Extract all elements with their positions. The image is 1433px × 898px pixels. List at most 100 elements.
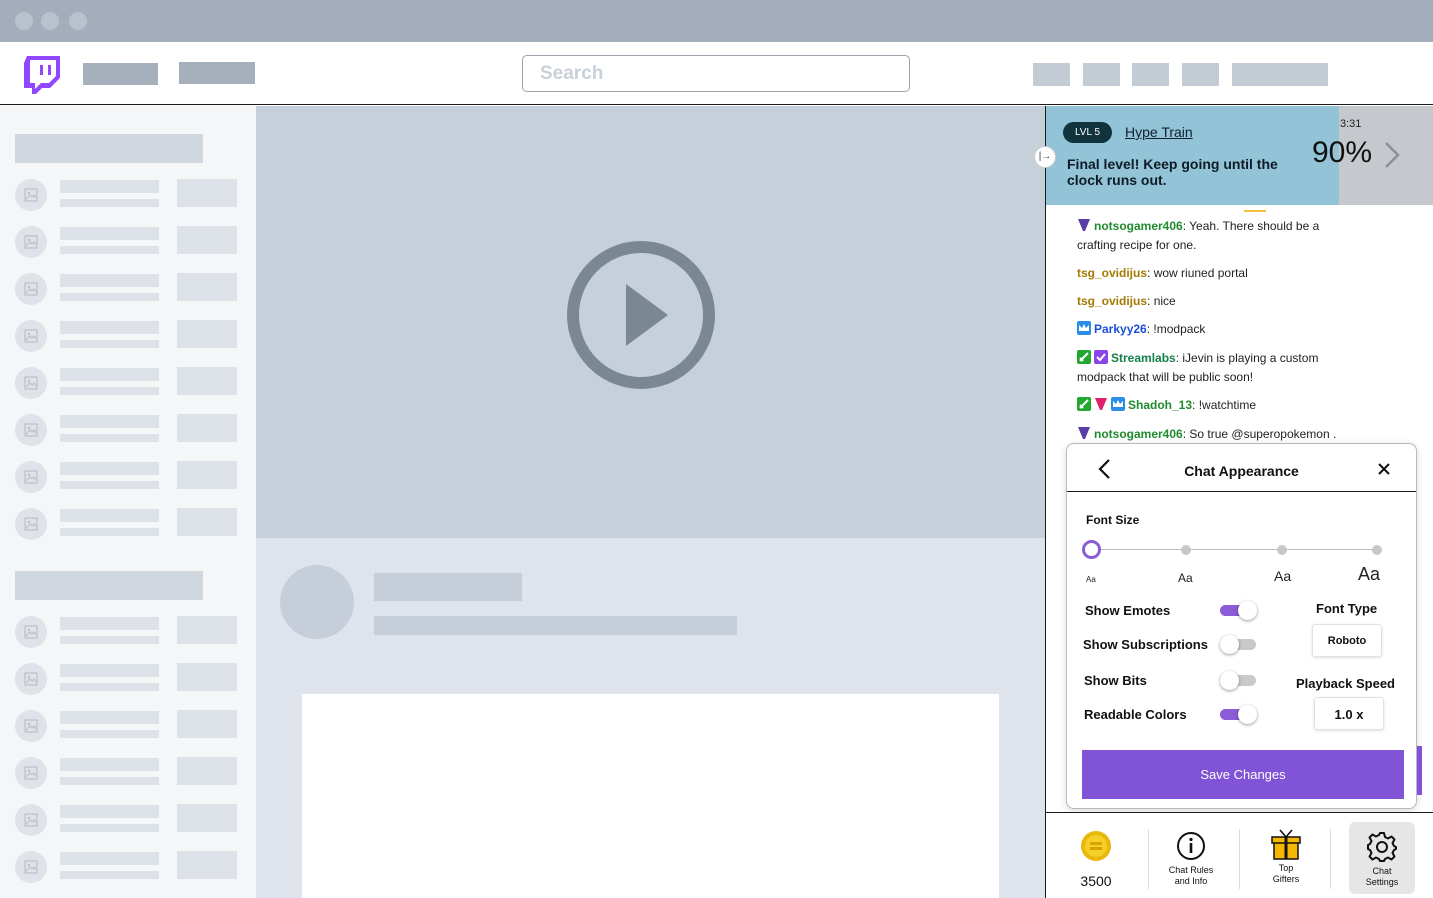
chat-rules-button[interactable]: Chat Rules and Info <box>1158 813 1224 898</box>
font-size-stop-3[interactable] <box>1277 545 1287 555</box>
window-close-dot[interactable] <box>15 12 33 30</box>
font-size-stop-4[interactable] <box>1372 545 1382 555</box>
sword-badge-icon <box>1077 350 1091 364</box>
sidebar-channel-item[interactable] <box>15 459 240 495</box>
image-placeholder-icon <box>15 179 47 211</box>
readable-colors-toggle[interactable] <box>1220 705 1258 724</box>
sidebar-channel-item[interactable] <box>15 365 240 401</box>
sidebar-channel-name-placeholder <box>60 617 159 630</box>
sidebar-viewer-count-placeholder <box>177 710 237 738</box>
nav-link-browse[interactable] <box>179 62 255 84</box>
bottom-separator <box>1239 829 1240 889</box>
chat-username[interactable]: tsg_ovidijus <box>1077 266 1147 280</box>
top-gifters-label-1: Top <box>1278 863 1294 873</box>
sidebar-channel-name-placeholder <box>60 227 159 240</box>
chat-username[interactable]: notsogamer406 <box>1094 219 1183 233</box>
window-maximize-dot[interactable] <box>69 12 87 30</box>
search-input[interactable] <box>522 55 910 92</box>
chat-message: Streamlabs: iJevin is playing a custom m… <box>1077 350 1319 384</box>
verified-v-badge-icon <box>1095 398 1107 410</box>
font-size-slider-knob[interactable] <box>1082 540 1101 559</box>
image-placeholder-icon <box>15 663 47 695</box>
collapse-chat-icon[interactable]: |→ <box>1034 146 1056 168</box>
nav-action-3[interactable] <box>1132 63 1169 86</box>
font-type-select[interactable]: Roboto <box>1312 624 1382 657</box>
info-icon <box>1177 832 1205 860</box>
show-subscriptions-toggle[interactable] <box>1220 635 1258 654</box>
chat-rules-label-2: and Info <box>1174 876 1208 886</box>
sidebar-channel-item[interactable] <box>15 177 240 213</box>
chat-username[interactable]: tsg_ovidijus <box>1077 294 1147 308</box>
chat-rules-label-1: Chat Rules <box>1168 865 1214 875</box>
gift-icon <box>1271 829 1301 860</box>
verified-v-badge-icon <box>1078 427 1090 439</box>
image-placeholder-icon <box>15 414 47 446</box>
video-player[interactable] <box>256 106 1045 538</box>
show-bits-label: Show Bits <box>1084 673 1147 688</box>
sidebar-channel-item[interactable] <box>15 802 240 838</box>
hype-train-percent: 90% <box>1312 136 1373 169</box>
sidebar-viewer-count-placeholder <box>177 461 237 489</box>
sidebar-channel-item[interactable] <box>15 661 240 697</box>
sidebar-viewer-count-placeholder <box>177 508 237 536</box>
font-size-option-xs[interactable]: Aa <box>1086 575 1096 584</box>
nav-profile-button[interactable] <box>1232 63 1328 86</box>
sidebar-channel-name-placeholder <box>60 805 159 818</box>
chat-username[interactable]: Streamlabs <box>1111 351 1176 365</box>
bits-balance-button[interactable]: 3500 <box>1068 813 1124 898</box>
font-size-option-s[interactable]: Aa <box>1178 571 1193 585</box>
image-placeholder-icon <box>15 367 47 399</box>
chat-scroll-marker <box>1244 210 1266 212</box>
top-gifters-button[interactable]: Top Gifters <box>1256 813 1316 898</box>
font-size-slider-track[interactable] <box>1100 549 1376 550</box>
sidebar-channel-item[interactable] <box>15 849 240 885</box>
channel-avatar[interactable] <box>280 565 354 639</box>
show-bits-toggle[interactable] <box>1220 671 1258 690</box>
chevron-right-icon[interactable] <box>1383 140 1401 170</box>
font-size-option-l[interactable]: Aa <box>1358 564 1380 585</box>
sidebar-channel-name-placeholder <box>60 321 159 334</box>
sidebar-channel-item[interactable] <box>15 614 240 650</box>
bottom-separator <box>1330 829 1331 889</box>
sidebar-channel-name-placeholder <box>60 664 159 677</box>
close-icon[interactable] <box>1377 462 1391 476</box>
hype-train-title[interactable]: Hype Train <box>1125 124 1193 140</box>
save-changes-button[interactable]: Save Changes <box>1082 750 1404 799</box>
nav-link-following[interactable] <box>83 63 158 85</box>
font-size-option-m[interactable]: Aa <box>1274 568 1291 584</box>
chat-settings-button[interactable]: Chat Settings <box>1351 813 1413 898</box>
sidebar-channel-item[interactable] <box>15 708 240 744</box>
chat-username[interactable]: Parkyy26 <box>1094 322 1147 336</box>
sidebar-viewer-count-placeholder <box>177 414 237 442</box>
nav-action-4[interactable] <box>1182 63 1219 86</box>
sidebar-channel-item[interactable] <box>15 224 240 260</box>
verified-v-badge-icon <box>1078 219 1090 231</box>
sidebar-channel-item[interactable] <box>15 412 240 448</box>
image-placeholder-icon <box>15 710 47 742</box>
nav-action-1[interactable] <box>1033 63 1070 86</box>
chat-message: tsg_ovidijus: wow riuned portal <box>1077 266 1248 280</box>
crown-badge-icon <box>1111 397 1125 411</box>
sidebar-channel-item[interactable] <box>15 318 240 354</box>
font-size-stop-2[interactable] <box>1181 545 1191 555</box>
twitch-logo-icon[interactable] <box>24 56 60 94</box>
hype-train-message: Final level! Keep going until the clock … <box>1067 156 1278 188</box>
sidebar-channel-item[interactable] <box>15 271 240 307</box>
nav-action-2[interactable] <box>1083 63 1120 86</box>
sidebar-channel-item[interactable] <box>15 755 240 791</box>
window-minimize-dot[interactable] <box>41 12 59 30</box>
chat-message: notsogamer406: So true @superopokemon . <box>1077 425 1347 444</box>
image-placeholder-icon <box>15 320 47 352</box>
chat-username[interactable]: Shadoh_13 <box>1128 398 1192 412</box>
readable-colors-label: Readable Colors <box>1084 707 1187 722</box>
sidebar-viewer-count-placeholder <box>177 663 237 691</box>
playback-speed-select[interactable]: 1.0 x <box>1314 697 1384 730</box>
hype-train-banner[interactable]: LVL 5 Hype Train Final level! Keep going… <box>1046 106 1433 205</box>
chat-message: Shadoh_13: !watchtime <box>1077 396 1347 415</box>
sidebar-channel-item[interactable] <box>15 506 240 542</box>
sidebar-channel-game-placeholder <box>60 636 159 644</box>
chat-username[interactable]: notsogamer406 <box>1094 427 1183 441</box>
play-icon[interactable] <box>566 240 716 390</box>
show-emotes-toggle[interactable] <box>1220 601 1258 620</box>
image-placeholder-icon <box>15 616 47 648</box>
